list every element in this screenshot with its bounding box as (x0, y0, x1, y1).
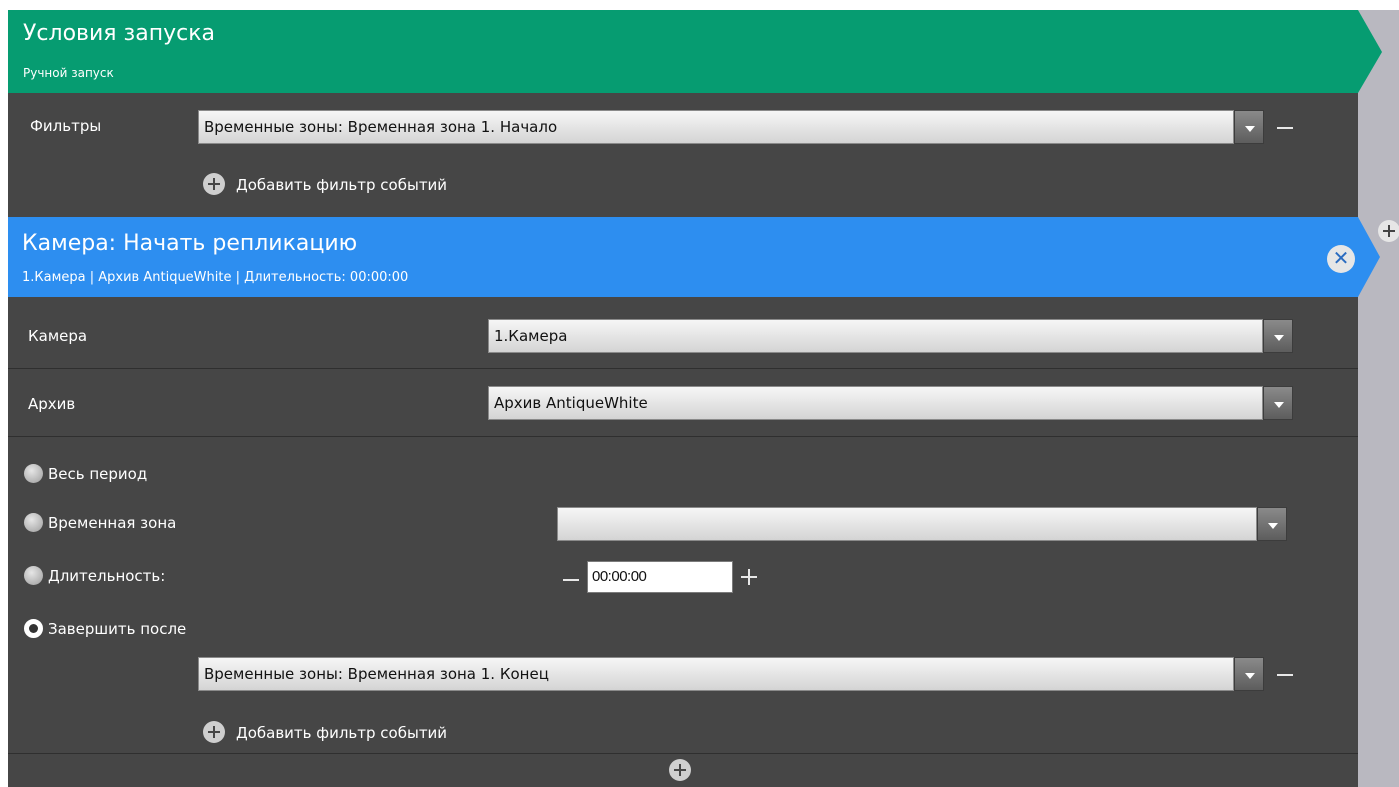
divider (8, 368, 1358, 369)
trigger-subtitle: Ручной запуск (23, 66, 114, 80)
add-finish-filter-icon[interactable] (203, 721, 225, 743)
camera-select[interactable]: 1.Камера (488, 319, 1263, 353)
duration-label[interactable]: Длительность: (48, 567, 165, 585)
trigger-title: Условия запуска (23, 21, 215, 46)
whole-period-radio[interactable] (24, 464, 43, 483)
archive-select[interactable]: Архив AntiqueWhite (488, 386, 1263, 420)
filters-label: Фильтры (30, 117, 102, 135)
duration-input[interactable]: 00:00:00 (587, 561, 733, 593)
duration-decrease-button[interactable] (563, 579, 579, 581)
trigger-header-arrow (1356, 10, 1382, 93)
add-action-edge-icon[interactable] (1378, 220, 1399, 242)
divider (8, 753, 1358, 754)
close-action-icon[interactable]: ✕ (1327, 245, 1355, 273)
finish-filter-select[interactable]: Временные зоны: Временная зона 1. Конец (198, 657, 1234, 691)
action-title: Камера: Начать репликацию (22, 231, 358, 256)
remove-finish-filter-button[interactable] (1277, 674, 1293, 676)
divider (8, 436, 1358, 437)
time-zone-label[interactable]: Временная зона (48, 514, 176, 532)
finish-after-label[interactable]: Завершить после (48, 620, 186, 638)
finish-filter-dropdown-button[interactable] (1234, 657, 1264, 691)
archive-label: Архив (28, 395, 76, 413)
camera-dropdown-button[interactable] (1263, 319, 1293, 353)
duration-increase-button[interactable] (741, 569, 757, 585)
time-zone-select[interactable] (557, 507, 1257, 541)
add-action-icon[interactable] (669, 759, 691, 781)
time-zone-dropdown-button[interactable] (1257, 507, 1287, 541)
add-finish-filter-link[interactable]: Добавить фильтр событий (236, 724, 447, 742)
action-subtitle: 1.Камера | Архив AntiqueWhite | Длительн… (22, 270, 409, 285)
duration-radio[interactable] (24, 566, 43, 585)
add-trigger-filter-icon[interactable] (203, 173, 225, 195)
trigger-filter-select[interactable]: Временные зоны: Временная зона 1. Начало (198, 110, 1234, 144)
time-zone-radio[interactable] (24, 513, 43, 532)
add-trigger-filter-link[interactable]: Добавить фильтр событий (236, 176, 447, 194)
remove-trigger-filter-button[interactable] (1277, 127, 1293, 129)
trigger-filter-dropdown-button[interactable] (1234, 110, 1264, 144)
archive-dropdown-button[interactable] (1263, 386, 1293, 420)
camera-label: Камера (28, 327, 88, 345)
finish-after-radio[interactable] (24, 619, 43, 638)
whole-period-label[interactable]: Весь период (48, 465, 147, 483)
